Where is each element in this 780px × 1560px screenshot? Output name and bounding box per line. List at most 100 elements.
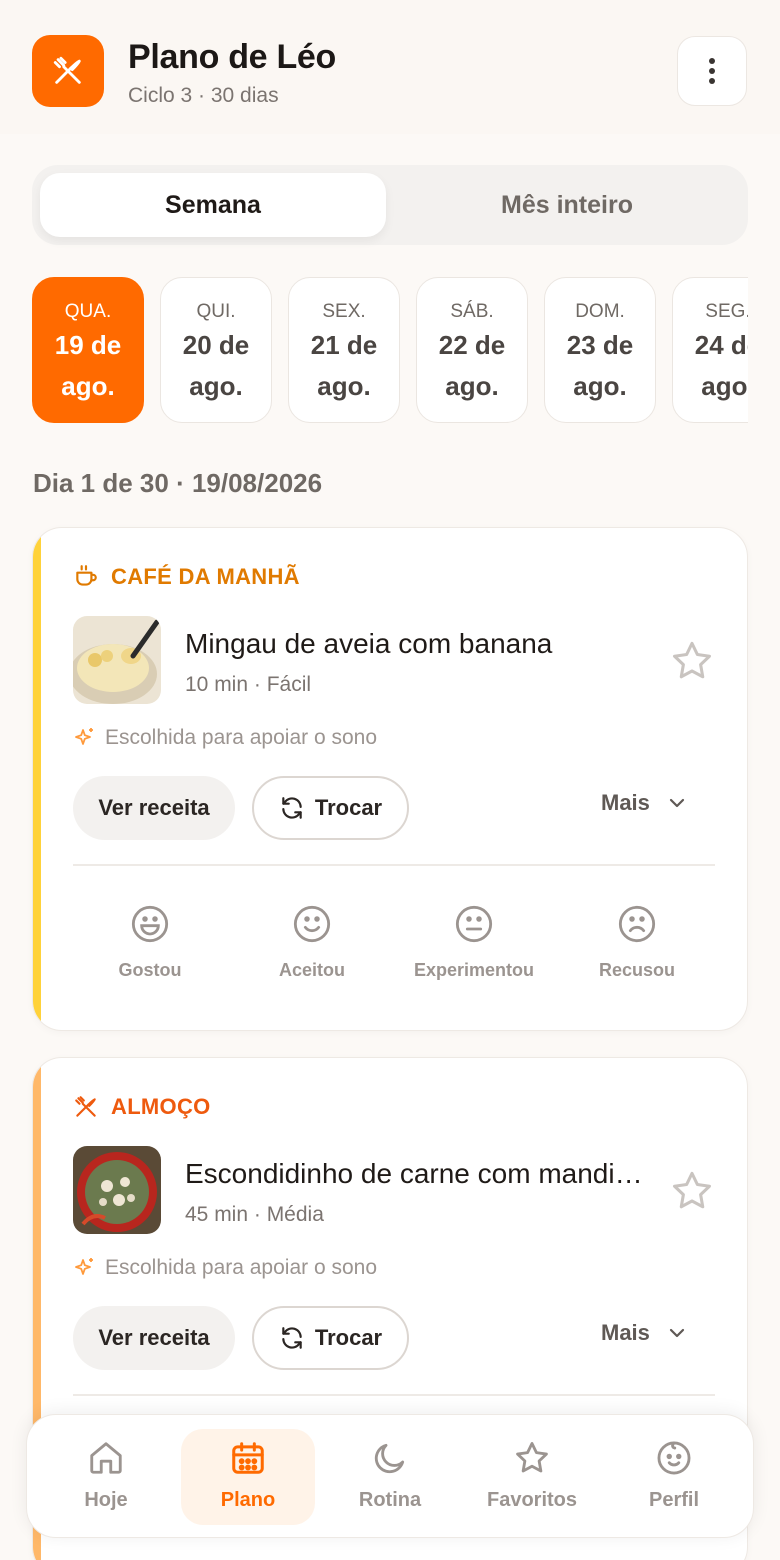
- more-label: Mais: [601, 1320, 650, 1345]
- baby-face-icon: [657, 1441, 691, 1475]
- day-number: 23 de: [566, 330, 634, 360]
- neutral-face-icon: [455, 905, 493, 943]
- chevron-down-icon: [669, 1328, 685, 1338]
- meal-reason-text: Escolhida para apoiar o sono: [105, 1256, 378, 1279]
- meal-photo[interactable]: [73, 616, 161, 704]
- nav-item-plano[interactable]: Plano: [181, 1429, 315, 1525]
- meal-meta: 10 min · Fácil: [185, 673, 312, 696]
- nav-label: Favoritos: [486, 1489, 578, 1511]
- more-options-button[interactable]: [677, 36, 747, 106]
- day-month: ago.: [445, 371, 499, 401]
- coffee-cup-icon: [76, 565, 97, 586]
- app-header: Plano de Léo Ciclo 3 · 30 dias: [0, 0, 780, 134]
- day-weekday: QUA.: [64, 301, 112, 322]
- day-month: ago.: [317, 371, 371, 401]
- day-number: 21 de: [310, 330, 378, 360]
- day-month: ago.: [573, 371, 627, 401]
- meal-name[interactable]: Mingau de aveia com banana: [185, 628, 645, 660]
- meal-name[interactable]: Escondidinho de carne com mandioca: [185, 1158, 645, 1190]
- day-number: 19 de: [54, 330, 122, 360]
- day-chip[interactable]: SEG. 24 de ago.: [672, 277, 748, 423]
- nav-item-perfil[interactable]: Perfil: [607, 1429, 741, 1525]
- day-weekday: QUI.: [196, 301, 236, 322]
- day-number: 24 de: [694, 330, 748, 360]
- more-vertical-icon: [709, 58, 715, 84]
- day-chip[interactable]: QUA. 19 de ago.: [32, 277, 144, 423]
- utensils-crossed-icon: [75, 1096, 96, 1117]
- home-icon: [90, 1442, 122, 1474]
- meal-category: CAFÉ DA MANHÃ: [73, 564, 300, 590]
- swap-label: Trocar: [314, 1325, 383, 1350]
- moon-icon: [374, 1443, 405, 1474]
- nav-label: Perfil: [648, 1489, 700, 1511]
- grin-face-icon: [131, 905, 169, 943]
- swap-meal-button[interactable]: Trocar: [252, 1306, 409, 1370]
- reaction-label: Experimentou: [413, 960, 535, 980]
- reaction-label: Recusou: [598, 960, 676, 980]
- day-weekday: SEG.: [705, 301, 748, 322]
- refresh-icon: [282, 1327, 302, 1349]
- nav-label: Rotina: [358, 1489, 422, 1511]
- more-button[interactable]: Mais: [601, 790, 686, 816]
- reaction-accepted[interactable]: Aceitou: [232, 904, 392, 981]
- day-progress-label: Dia 1 de 30 · 19/08/2026: [33, 468, 323, 498]
- meal-category-label: ALMOÇO: [111, 1094, 211, 1119]
- swap-label: Trocar: [314, 795, 383, 820]
- day-month: ago.: [189, 371, 243, 401]
- sparkle-icon: [75, 728, 93, 745]
- view-recipe-button[interactable]: Ver receita: [73, 1306, 235, 1370]
- nav-label: Hoje: [84, 1489, 128, 1511]
- more-label: Mais: [601, 790, 650, 815]
- meal-reason-text: Escolhida para apoiar o sono: [105, 726, 378, 749]
- calendar-icon: [232, 1442, 264, 1474]
- reaction-label: Aceitou: [278, 960, 345, 980]
- frown-face-icon: [618, 905, 656, 943]
- day-month: ago.: [61, 371, 115, 401]
- favorite-star-icon[interactable]: [669, 1168, 715, 1214]
- more-button[interactable]: Mais: [601, 1320, 686, 1346]
- meal-reason: Escolhida para apoiar o sono: [73, 1256, 377, 1280]
- fork-knife-icon: [32, 35, 104, 107]
- day-weekday: SÁB.: [450, 301, 494, 322]
- smile-face-icon: [293, 905, 331, 943]
- nav-item-hoje[interactable]: Hoje: [39, 1429, 173, 1525]
- swap-meal-button[interactable]: Trocar: [252, 776, 409, 840]
- day-chip[interactable]: SÁB. 22 de ago.: [416, 277, 528, 423]
- meal-color-bar: [33, 528, 41, 1030]
- day-number: 22 de: [438, 330, 506, 360]
- tab-mes-inteiro[interactable]: Mês inteiro: [394, 173, 740, 237]
- day-chip[interactable]: SEX. 21 de ago.: [288, 277, 400, 423]
- meal-reason: Escolhida para apoiar o sono: [73, 726, 377, 750]
- nav-label: Plano: [220, 1489, 276, 1511]
- divider: [73, 864, 715, 866]
- day-selector: QUA. 19 de ago. QUI. 20 de ago. SEX. 21 …: [32, 277, 748, 423]
- day-month: ago.: [701, 371, 748, 401]
- divider: [73, 1394, 715, 1396]
- day-chip[interactable]: DOM. 23 de ago.: [544, 277, 656, 423]
- meal-category: ALMOÇO: [73, 1094, 211, 1120]
- bottom-navigation: Hoje Plano Rotina Favoritos Perfil: [26, 1414, 754, 1538]
- reaction-liked[interactable]: Gostou: [70, 904, 230, 981]
- meal-category-label: CAFÉ DA MANHÃ: [111, 564, 300, 589]
- meal-meta: 45 min · Média: [185, 1203, 324, 1226]
- meal-card-breakfast: CAFÉ DA MANHÃ Mingau de aveia com banana…: [32, 527, 748, 1031]
- refresh-icon: [282, 797, 302, 819]
- view-recipe-button[interactable]: Ver receita: [73, 776, 235, 840]
- view-segment-control: Semana Mês inteiro: [32, 165, 748, 245]
- day-weekday: SEX.: [322, 301, 366, 322]
- nav-item-rotina[interactable]: Rotina: [323, 1429, 457, 1525]
- day-chip[interactable]: QUI. 20 de ago.: [160, 277, 272, 423]
- sparkle-icon: [75, 1258, 93, 1275]
- meal-photo[interactable]: [73, 1146, 161, 1234]
- page-title: Plano de Léo: [128, 38, 336, 76]
- nav-item-favoritos[interactable]: Favoritos: [465, 1429, 599, 1525]
- day-weekday: DOM.: [575, 301, 625, 322]
- tab-semana[interactable]: Semana: [40, 173, 386, 237]
- reaction-label: Gostou: [118, 960, 182, 980]
- chevron-down-icon: [669, 798, 685, 808]
- favorite-star-icon[interactable]: [669, 638, 715, 684]
- reaction-refused[interactable]: Recusou: [557, 904, 717, 981]
- page-subtitle: Ciclo 3 · 30 dias: [128, 84, 279, 107]
- day-number: 20 de: [182, 330, 250, 360]
- reaction-tried[interactable]: Experimentou: [394, 904, 554, 981]
